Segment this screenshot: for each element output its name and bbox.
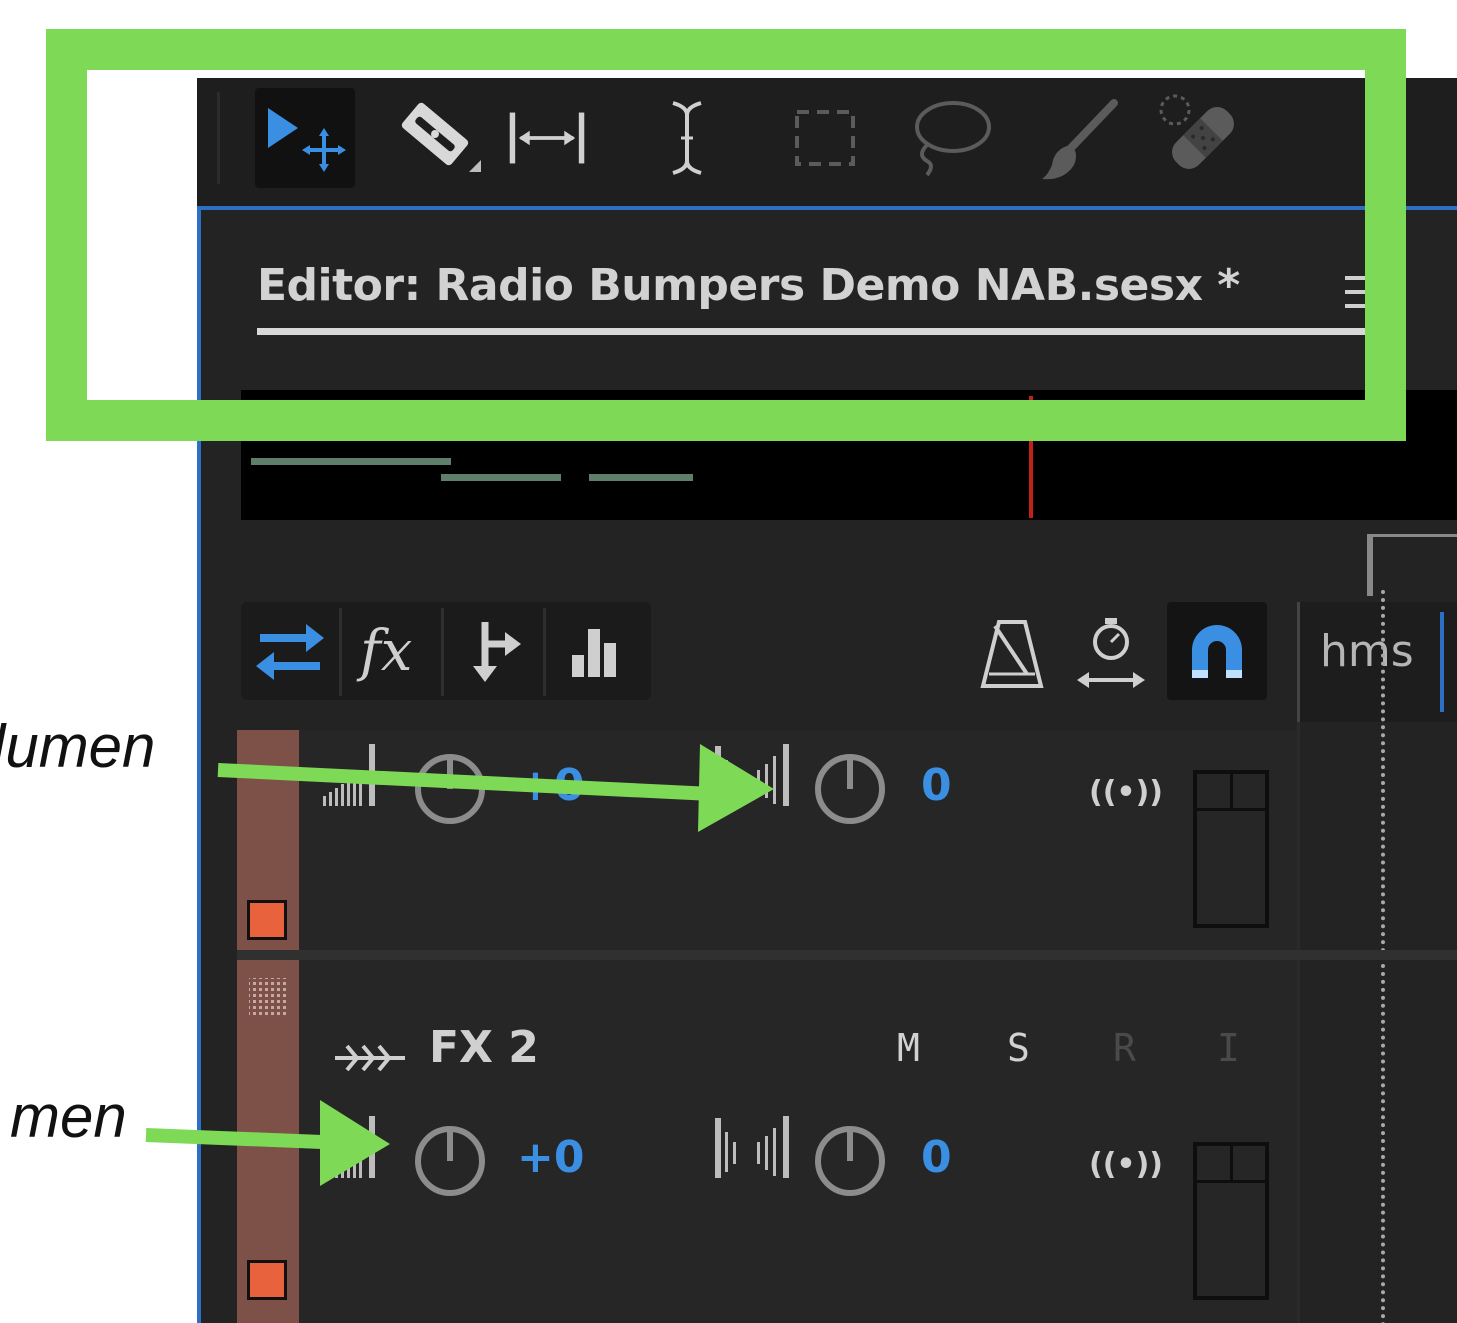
annotation-arrow-volume-shaft (217, 763, 713, 801)
annotation-arrows (145, 744, 774, 1186)
annotation-arrow-lower-shaft (145, 1128, 323, 1149)
annotation-arrow-lower-head (320, 1100, 390, 1186)
annotation-arrow-volume-head (698, 744, 774, 832)
